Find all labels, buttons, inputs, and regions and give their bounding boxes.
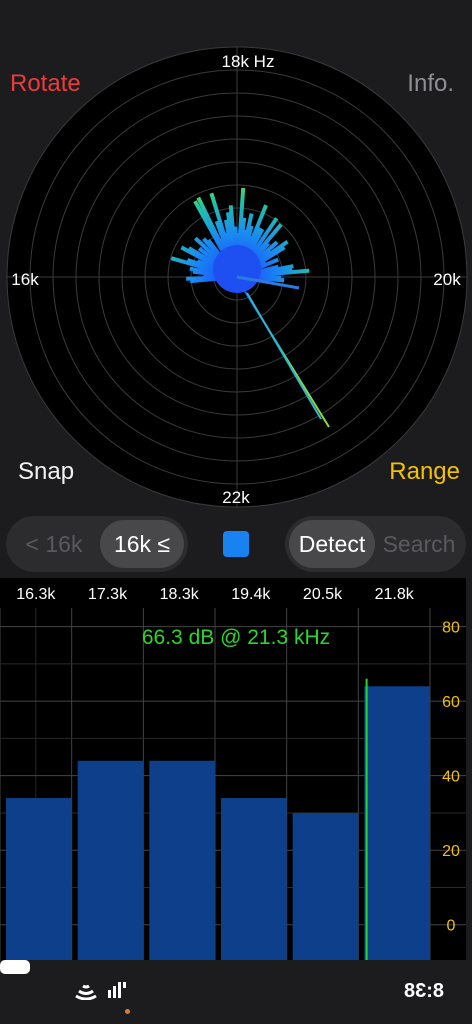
x-tick-label: 21.8k [375, 586, 415, 603]
spectrum-bar [364, 686, 430, 962]
x-tick-label: 20.5k [303, 586, 343, 603]
signal-icon [108, 982, 126, 998]
range-below-16k-option[interactable]: < 16k [10, 520, 98, 568]
status-time: 8:38 [403, 980, 444, 1002]
spectrum-bar [6, 798, 72, 962]
x-tick-label: 18.3k [160, 586, 200, 603]
frequency-range-segment: < 16k 16k ≤ [6, 516, 188, 572]
radar-label-top: 18k Hz [222, 52, 275, 71]
y-tick-label: 40 [442, 769, 460, 786]
snap-button[interactable]: Snap [18, 458, 74, 486]
mode-segment: Detect Search [285, 516, 466, 572]
battery-icon [0, 960, 30, 974]
spectrum-chart: 16.3k 17.3k 18.3k 19.4k 20.5k 21.8k 0 20 40 60 80… [0, 578, 466, 962]
radar-label-right: 20k [433, 270, 461, 289]
y-tick-label: 80 [442, 620, 460, 637]
status-bar: 8:38 [0, 960, 472, 1024]
radar-label-bottom: 22k [222, 488, 250, 507]
color-swatch-button[interactable] [223, 531, 249, 557]
y-tick-label: 20 [442, 843, 460, 860]
radar-label-left: 16k [11, 270, 39, 289]
x-tick-label: 16.3k [16, 586, 56, 603]
y-tick-label: 60 [442, 694, 460, 711]
detect-option[interactable]: Detect [289, 520, 375, 568]
radar-display: 18k Hz 16k 20k 22k [6, 46, 468, 508]
spectrum-bar [221, 798, 287, 962]
spectrum-bar [77, 760, 144, 962]
peak-readout: 66.3 dB @ 21.3 kHz [142, 626, 330, 649]
spectrum-bar [292, 812, 359, 962]
y-tick-label: 0 [447, 918, 456, 935]
wifi-icon [75, 984, 97, 1000]
x-tick-label: 19.4k [231, 586, 271, 603]
range-above-16k-option[interactable]: 16k ≤ [100, 520, 184, 568]
range-button[interactable]: Range [389, 458, 460, 486]
radar-core [213, 245, 261, 293]
search-option[interactable]: Search [375, 520, 463, 568]
spectrum-bar [149, 760, 215, 962]
indicator-dot [125, 1009, 130, 1014]
x-tick-label: 17.3k [88, 586, 128, 603]
